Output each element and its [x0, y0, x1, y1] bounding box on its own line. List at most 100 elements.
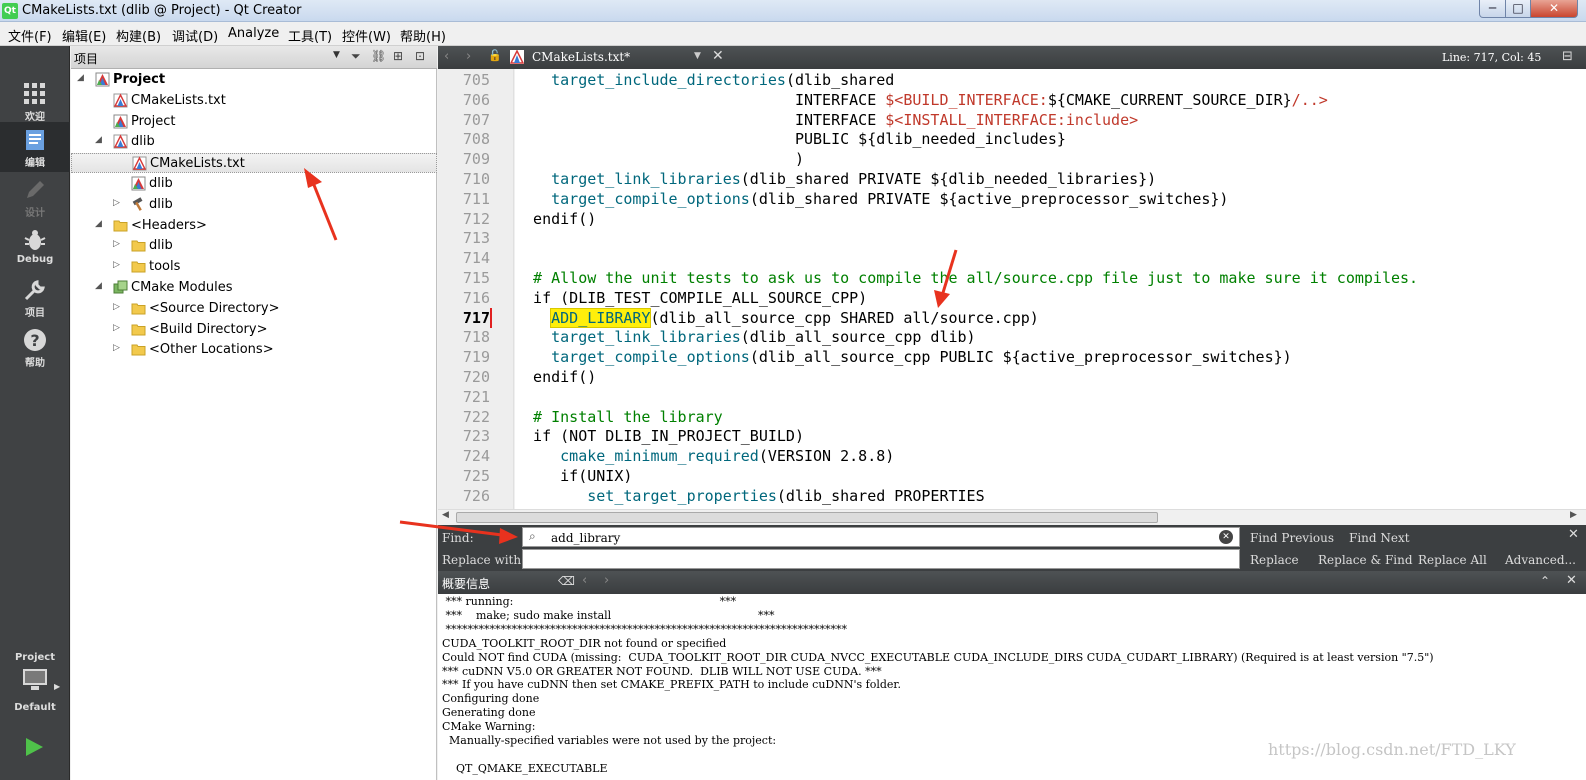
code-editor[interactable]: target_include_directories(dlib_shared I…: [515, 69, 1586, 509]
back-arrow-icon[interactable]: ‹: [444, 49, 449, 64]
tree-item[interactable]: dlib: [71, 174, 437, 194]
menu-file[interactable]: 文件(F): [8, 26, 52, 45]
tree-item[interactable]: Project: [71, 112, 437, 132]
code-line[interactable]: set_target_properties(dlib_shared PROPER…: [515, 487, 984, 507]
code-line[interactable]: endif(): [515, 210, 596, 230]
code-line[interactable]: target_link_libraries(dlib_all_source_cp…: [515, 328, 975, 348]
close-find-icon[interactable]: ✕: [1568, 527, 1579, 542]
editor-tab-filename[interactable]: CMakeLists.txt*: [532, 50, 630, 64]
code-line[interactable]: target_link_libraries(dlib_shared PRIVAT…: [515, 170, 1156, 190]
close-panel-icon[interactable]: ⊡: [415, 49, 425, 63]
tree-item[interactable]: ◢ Project: [71, 70, 437, 90]
expanded-arrow-icon[interactable]: ◢: [95, 135, 102, 145]
tree-item[interactable]: ▷ <Build Directory>: [71, 320, 437, 340]
replace-button[interactable]: Replace: [1250, 553, 1299, 567]
scroll-right-arrow-icon[interactable]: ▶: [1570, 510, 1577, 520]
find-input[interactable]: ⌕ add_library ✕: [522, 527, 1240, 547]
code-line[interactable]: if (DLIB_TEST_COMPILE_ALL_SOURCE_CPP): [515, 289, 867, 309]
menu-analyze[interactable]: Analyze: [228, 26, 279, 41]
mode-edit[interactable]: 编辑: [0, 122, 70, 172]
horizontal-scrollbar[interactable]: ◀ ▶: [438, 509, 1586, 525]
collapsed-arrow-icon[interactable]: ▷: [113, 198, 120, 208]
tree-item[interactable]: ▷ dlib: [71, 195, 437, 215]
tree-item[interactable]: CMakeLists.txt: [71, 91, 437, 111]
code-line[interactable]: if(UNIX): [515, 467, 632, 487]
tree-item[interactable]: ◢ dlib: [71, 132, 437, 152]
tree-item[interactable]: ▷ <Source Directory>: [71, 299, 437, 319]
expanded-arrow-icon[interactable]: ◢: [95, 281, 102, 291]
next-item-icon[interactable]: ›: [604, 573, 609, 588]
kit-chevron-icon[interactable]: ▶: [54, 682, 60, 691]
collapsed-arrow-icon[interactable]: ▷: [113, 260, 120, 270]
expanded-arrow-icon[interactable]: ◢: [77, 73, 84, 83]
code-line[interactable]: target_compile_options(dlib_shared PRIVA…: [515, 190, 1228, 210]
code-line[interactable]: target_compile_options(dlib_all_source_c…: [515, 348, 1292, 368]
menu-tools[interactable]: 工具(T): [288, 26, 332, 45]
code-line[interactable]: cmake_minimum_required(VERSION 2.8.8): [515, 447, 894, 467]
menu-edit[interactable]: 编辑(E): [62, 26, 106, 45]
document-dropdown-chevron-icon[interactable]: ▼: [694, 51, 701, 61]
minimize-button[interactable]: ─: [1479, 0, 1506, 18]
code-line[interactable]: target_include_directories(dlib_shared: [515, 71, 894, 91]
tree-item[interactable]: ▷ dlib: [71, 236, 437, 256]
advanced-button[interactable]: Advanced...: [1505, 553, 1576, 567]
collapsed-arrow-icon[interactable]: ▷: [113, 302, 120, 312]
link-icon[interactable]: ⛓: [371, 49, 386, 63]
output-pane-toolbar: 概要信息 ⌫ ‹ › ⌃ ✕: [438, 571, 1586, 594]
clear-output-icon[interactable]: ⌫: [558, 574, 575, 588]
code-line[interactable]: INTERFACE $<INSTALL_INTERFACE:include>: [515, 111, 1138, 131]
tree-item[interactable]: ▷ tools: [71, 257, 437, 277]
code-text: if (DLIB_TEST_COMPILE_ALL_SOURCE_CPP): [515, 288, 868, 307]
tree-item[interactable]: ▷ <Other Locations>: [71, 340, 437, 360]
code-line[interactable]: # Allow the unit tests to ask us to comp…: [515, 269, 1418, 289]
mode-welcome[interactable]: 欢迎: [0, 76, 70, 126]
code-line[interactable]: PUBLIC ${dlib_needed_includes}: [515, 130, 1066, 150]
mode-help[interactable]: ? 帮助: [0, 322, 70, 372]
collapsed-arrow-icon[interactable]: ▷: [113, 343, 120, 353]
find-previous-button[interactable]: Find Previous: [1250, 531, 1334, 545]
filter-icon[interactable]: ⏷: [351, 49, 361, 64]
split-editor-icon[interactable]: ⊟: [1562, 49, 1573, 64]
mode-projects[interactable]: 项目: [0, 272, 70, 322]
menu-build[interactable]: 构建(B): [116, 26, 161, 45]
collapsed-arrow-icon[interactable]: ▷: [113, 323, 120, 333]
expanded-arrow-icon[interactable]: ◢: [95, 219, 102, 229]
code-line[interactable]: INTERFACE $<BUILD_INTERFACE:${CMAKE_CURR…: [515, 91, 1328, 111]
split-icon[interactable]: ⊞: [393, 49, 403, 63]
scroll-left-arrow-icon[interactable]: ◀: [442, 510, 449, 520]
clear-search-icon[interactable]: ✕: [1219, 530, 1233, 544]
replace-all-button[interactable]: Replace All: [1418, 553, 1487, 567]
line-number: 710: [462, 170, 490, 188]
replace-and-find-button[interactable]: Replace & Find: [1318, 553, 1413, 567]
tree-item[interactable]: ◢ CMake Modules: [71, 278, 437, 298]
menu-debug[interactable]: 调试(D): [172, 26, 218, 45]
menu-controls[interactable]: 控件(W): [342, 26, 391, 45]
find-next-button[interactable]: Find Next: [1349, 531, 1410, 545]
code-line[interactable]: if (NOT DLIB_IN_PROJECT_BUILD): [515, 427, 804, 447]
maximize-button[interactable]: □: [1505, 0, 1531, 18]
close-window-button[interactable]: ✕: [1530, 0, 1578, 18]
scrollbar-thumb[interactable]: [456, 512, 1158, 523]
replace-input[interactable]: [522, 549, 1240, 569]
collapsed-arrow-icon[interactable]: ▷: [113, 239, 120, 249]
close-document-icon[interactable]: ✕: [712, 48, 724, 64]
output-line: Generating done: [442, 706, 536, 720]
code-line[interactable]: # Install the library: [515, 408, 723, 428]
maximize-pane-icon[interactable]: ⌃: [1540, 574, 1550, 588]
close-pane-icon[interactable]: ✕: [1566, 573, 1577, 588]
tree-item-label: <Other Locations>: [149, 342, 274, 358]
monitor-icon[interactable]: [22, 668, 48, 692]
forward-arrow-icon[interactable]: ›: [466, 49, 471, 64]
mode-design[interactable]: 设计: [0, 172, 70, 222]
run-icon[interactable]: [23, 736, 45, 758]
code-text: ${CMAKE_CURRENT_SOURCE_DIR}: [1047, 90, 1292, 109]
panel-dropdown-chevron-icon[interactable]: ▼: [333, 50, 340, 60]
tree-item[interactable]: CMakeLists.txt: [71, 153, 437, 174]
code-line[interactable]: ): [515, 150, 804, 170]
code-line[interactable]: ADD_LIBRARY(dlib_all_source_cpp SHARED a…: [515, 307, 1039, 329]
tree-item[interactable]: ◢ <Headers>: [71, 216, 437, 236]
code-line[interactable]: endif(): [515, 368, 596, 388]
previous-item-icon[interactable]: ‹: [582, 573, 587, 588]
menu-help[interactable]: 帮助(H): [400, 26, 446, 45]
mode-debug[interactable]: Debug: [0, 222, 70, 272]
